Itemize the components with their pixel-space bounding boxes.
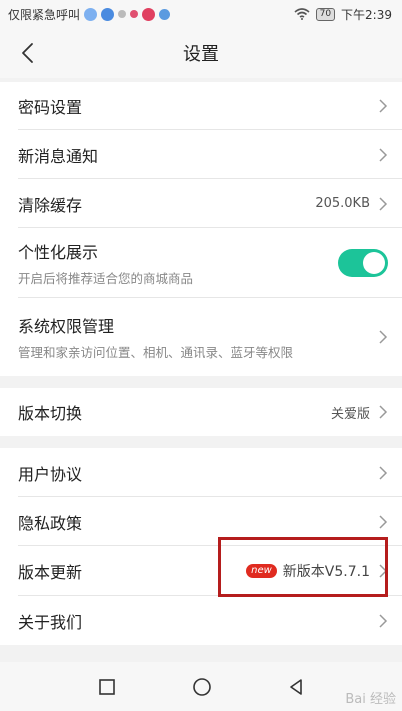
page-title: 设置: [183, 44, 219, 65]
nav-header: 设置: [0, 28, 402, 78]
highlight-annotation-box: [218, 537, 388, 597]
chevron-right-icon: [379, 514, 388, 529]
about-us-row[interactable]: 关于我们: [0, 596, 402, 645]
battery-icon: 70: [315, 7, 336, 21]
settings-group-1: 密码设置 新消息通知 清除缓存 205.0KB 个性化展示 开启后将推荐适合您的…: [0, 82, 402, 376]
row-sublabel: 开启后将推荐适合您的商城商品: [18, 271, 194, 286]
app-notification-icon: [118, 10, 127, 18]
cache-size: 205.0KB: [315, 196, 370, 211]
row-label: 关于我们: [18, 612, 83, 632]
row-label: 个性化展示: [18, 243, 99, 262]
triangle-back-icon[interactable]: [288, 678, 304, 696]
row-label: 版本更新: [18, 563, 83, 582]
toggle-knob: [363, 252, 385, 274]
personalized-display-row: 个性化展示 开启后将推荐适合您的商城商品: [0, 228, 402, 298]
version-mode-value: 关爱版: [330, 406, 370, 422]
chevron-right-icon: [379, 196, 388, 211]
wifi-icon: [294, 8, 310, 20]
message-notification-row[interactable]: 新消息通知: [0, 130, 402, 179]
app-notification-icon: [142, 7, 156, 21]
app-notification-icon: [159, 8, 171, 20]
status-time: 下午2:39: [341, 7, 392, 22]
status-left: 仅限紧急呼叫: [8, 6, 171, 23]
row-label: 用户协议: [18, 464, 83, 484]
carrier-text: 仅限紧急呼叫: [8, 7, 81, 22]
chevron-right-icon: [379, 330, 388, 344]
system-nav-bar: [0, 662, 402, 711]
row-label: 隐私政策: [18, 513, 83, 533]
app-notification-icon: [101, 7, 115, 21]
chevron-right-icon: [379, 147, 388, 162]
row-label: 清除缓存: [18, 195, 83, 215]
system-permissions-row[interactable]: 系统权限管理 管理和家亲访问位置、相机、通讯录、蓝牙等权限: [0, 298, 402, 376]
back-button[interactable]: [10, 36, 44, 70]
row-label: 版本切换: [18, 404, 83, 423]
row-label: 密码设置: [18, 98, 83, 117]
status-bar: 仅限紧急呼叫 70 下午2:39: [0, 0, 402, 28]
password-settings-row[interactable]: 密码设置: [0, 82, 402, 130]
row-label: 系统权限管理: [18, 317, 115, 336]
app-notification-icon: [84, 7, 98, 21]
user-agreement-row[interactable]: 用户协议: [0, 448, 402, 497]
status-right: 70 下午2:39: [294, 6, 392, 23]
row-label: 新消息通知: [18, 146, 99, 166]
chevron-right-icon: [379, 465, 388, 480]
clear-cache-row[interactable]: 清除缓存 205.0KB: [0, 179, 402, 228]
app-notification-icon: [130, 10, 139, 18]
settings-group-2: 版本切换 关爱版: [0, 388, 402, 436]
chevron-right-icon: [379, 613, 388, 628]
version-switch-row[interactable]: 版本切换 关爱版: [0, 388, 402, 436]
square-icon[interactable]: [98, 678, 116, 696]
row-sublabel: 管理和家亲访问位置、相机、通讯录、蓝牙等权限: [18, 345, 294, 360]
chevron-right-icon: [379, 99, 388, 113]
chevron-right-icon: [379, 405, 388, 419]
back-arrow-icon: [22, 43, 33, 63]
watermark: Bai 经验: [345, 692, 396, 707]
personalized-display-toggle[interactable]: [338, 249, 388, 277]
circle-icon[interactable]: [192, 677, 212, 697]
